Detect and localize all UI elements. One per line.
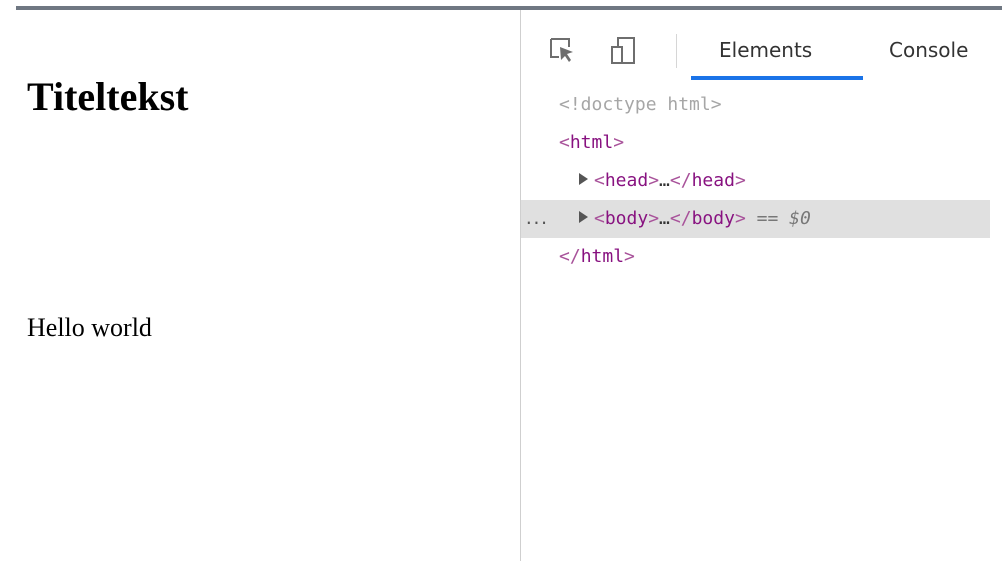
dom-node-html-open[interactable]: <html> (521, 124, 990, 162)
device-toolbar-icon[interactable] (609, 35, 639, 65)
devtools-toolbar: Elements Console (521, 22, 990, 80)
toolbar-separator (676, 34, 677, 68)
dom-node-html-close[interactable]: </html> (521, 238, 990, 276)
row-actions-dots[interactable]: ... (524, 200, 549, 238)
body-tag-name: body (604, 208, 649, 229)
doctype-text: <!doctype html> (559, 94, 722, 115)
expand-arrow-icon[interactable] (579, 211, 588, 223)
inspect-element-icon[interactable] (547, 35, 577, 65)
window: Titeltekst Hello world Elements Console (0, 0, 1002, 561)
dom-node-body-selected[interactable]: ... <body>…</body> == $0 (521, 200, 990, 238)
head-tag-name: head (604, 170, 649, 191)
collapsed-ellipsis: … (659, 208, 670, 229)
dom-tree: <!doctype html> <html> <head>…</head> ..… (521, 86, 990, 276)
tab-console[interactable]: Console (889, 37, 968, 63)
dom-node-doctype[interactable]: <!doctype html> (521, 86, 990, 124)
html-close-tag-name: html (580, 246, 625, 267)
head-close-tag-name: head (691, 170, 735, 191)
dom-node-head[interactable]: <head>…</head> (521, 162, 990, 200)
collapsed-ellipsis: … (659, 170, 670, 191)
expand-arrow-icon[interactable] (579, 173, 588, 185)
active-tab-indicator (691, 76, 863, 80)
selected-element-ref: == $0 (756, 208, 811, 229)
body-close-tag-name: body (691, 208, 735, 229)
tab-elements[interactable]: Elements (719, 37, 812, 63)
page-title: Titeltekst (27, 74, 189, 119)
html-tag-name: html (569, 132, 614, 153)
page-paragraph: Hello world (27, 313, 152, 342)
devtools-panel: Elements Console <!doctype html> <html> … (521, 10, 990, 561)
page-viewport: Titeltekst Hello world (0, 10, 520, 561)
